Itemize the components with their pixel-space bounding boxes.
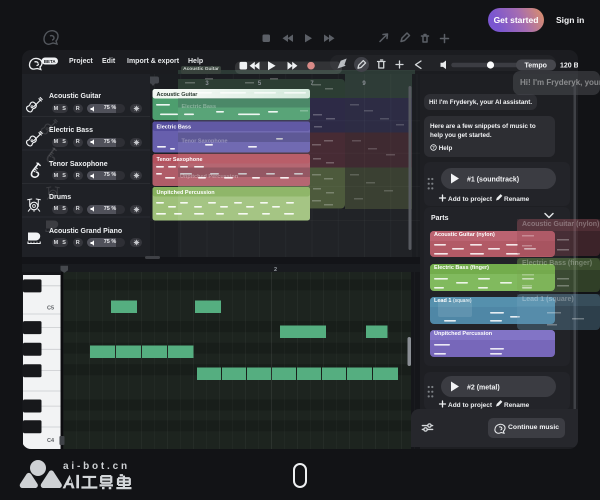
svg-text:Tempo: Tempo [525,62,547,69]
svg-text:Rename: Rename [504,196,530,203]
svg-text:C5: C5 [47,306,54,312]
svg-text:120 BPM: 120 BPM [560,62,578,69]
svg-text:Add to project: Add to project [448,402,493,409]
svg-text:Unpitched Percussion: Unpitched Percussion [180,174,239,180]
svg-text:#2 (metal): #2 (metal) [467,384,500,391]
svg-text:Add to project: Add to project [448,196,493,203]
svg-text:Rename: Rename [504,402,530,409]
svg-text:#1 (soundtrack): #1 (soundtrack) [467,176,519,183]
svg-text:C4: C4 [47,438,55,444]
svg-text:Electric Bass: Electric Bass [182,104,217,110]
svg-text:Parts: Parts [431,215,449,222]
svg-text:BETA: BETA [44,59,56,64]
svg-text:Tenor Saxophone: Tenor Saxophone [182,139,228,145]
svg-text:2: 2 [274,267,277,273]
